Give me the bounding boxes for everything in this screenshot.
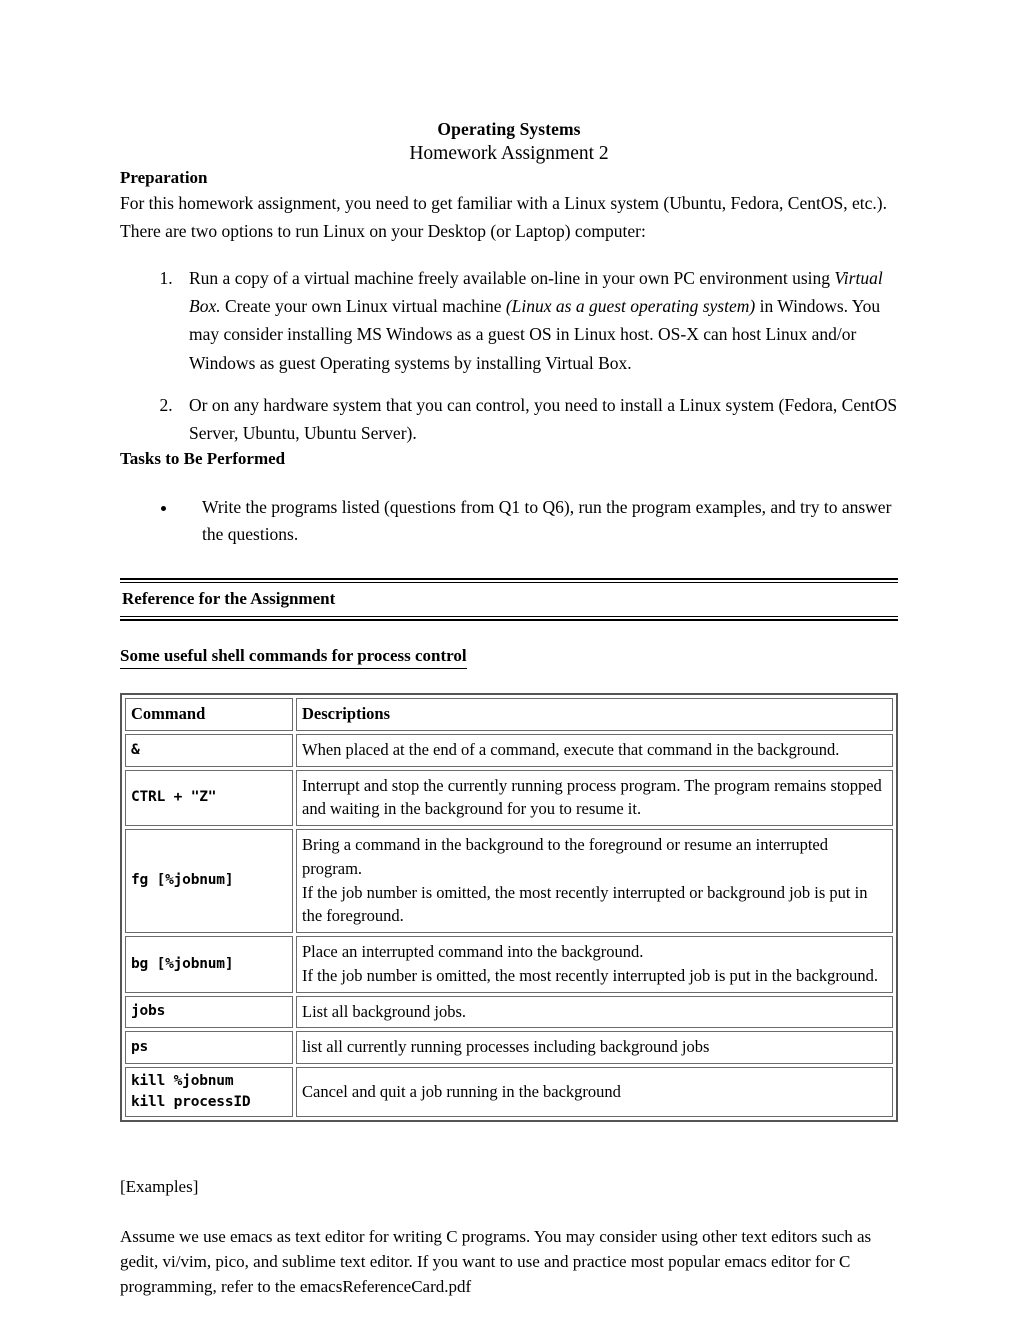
table-row: jobs List all background jobs. xyxy=(125,995,893,1029)
cell-description: Interrupt and stop the currently running… xyxy=(296,769,893,827)
cell-description: Bring a command in the background to the… xyxy=(296,829,893,934)
cell-command: fg [%jobnum] xyxy=(125,829,293,934)
list-item: Write the programs listed (questions fro… xyxy=(178,494,898,548)
reference-heading-block: Reference for the Assignment xyxy=(120,578,898,622)
course-name: Operating Systems xyxy=(437,119,581,139)
cell-command: CTRL + "Z" xyxy=(125,769,293,827)
heading-tasks-to-be-performed: Tasks to Be Performed xyxy=(120,448,286,468)
table-row: CTRL + "Z" Interrupt and stop the curren… xyxy=(125,769,893,827)
column-header-descriptions: Descriptions xyxy=(296,698,893,731)
cell-description: list all currently running processes inc… xyxy=(296,1031,893,1065)
table-row: kill %jobnum kill processID Cancel and q… xyxy=(125,1067,893,1118)
document-title-block: Operating Systems Homework Assignment 2 xyxy=(120,0,898,167)
command-table-container: Command Descriptions & When placed at th… xyxy=(120,693,898,1123)
table-row: & When placed at the end of a command, e… xyxy=(125,733,893,767)
table-header-row: Command Descriptions xyxy=(125,698,893,731)
table-row: bg [%jobnum] Place an interrupted comman… xyxy=(125,936,893,993)
cell-description: Cancel and quit a job running in the bac… xyxy=(296,1067,893,1118)
examples-block: [Examples] Assume we use emacs as text e… xyxy=(120,1148,898,1320)
sub-heading-shell-commands: Some useful shell commands for process c… xyxy=(120,645,467,670)
examples-label: [Examples] xyxy=(120,1176,199,1196)
tasks-bullet-list: Write the programs listed (questions fro… xyxy=(120,494,898,548)
command-table-body: Command Descriptions & When placed at th… xyxy=(125,698,893,1118)
column-header-command: Command xyxy=(125,698,293,731)
cell-command: jobs xyxy=(125,995,293,1029)
document-content-column: Operating Systems Homework Assignment 2 … xyxy=(120,0,898,1320)
preparation-intro-paragraph: For this homework assignment, you need t… xyxy=(120,192,887,242)
page-title: Homework Assignment 2 xyxy=(409,143,609,165)
list-item: Or on any hardware system that you can c… xyxy=(177,391,898,448)
cell-description: Place an interrupted command into the ba… xyxy=(296,936,893,993)
list-item-text-part1: Run a copy of a virtual machine freely a… xyxy=(189,267,835,288)
examples-text: Assume we use emacs as text editor for w… xyxy=(120,1226,872,1297)
list-item-text-part1: Or on any hardware system that you can c… xyxy=(189,394,898,444)
preparation-options-list: Run a copy of a virtual machine freely a… xyxy=(120,264,898,448)
cell-description: List all background jobs. xyxy=(296,995,893,1029)
command-table: Command Descriptions & When placed at th… xyxy=(122,695,896,1121)
list-item: Run a copy of a virtual machine freely a… xyxy=(177,264,898,377)
heading-reference-for-the-assignment: Reference for the Assignment xyxy=(122,589,336,609)
cell-description: When placed at the end of a command, exe… xyxy=(296,733,893,767)
document-page: Operating Systems Homework Assignment 2 … xyxy=(0,0,1020,1320)
cell-command: & xyxy=(125,733,293,767)
sub-heading-wrapper: Some useful shell commands for process c… xyxy=(120,621,898,670)
heading-preparation: Preparation xyxy=(120,167,208,187)
table-row: fg [%jobnum] Bring a command in the back… xyxy=(125,829,893,934)
list-item-text-italic2: (Linux as a guest operating system) xyxy=(505,295,756,316)
cell-command: kill %jobnum kill processID xyxy=(125,1067,293,1118)
cell-command: bg [%jobnum] xyxy=(125,936,293,993)
list-item-text-part2: Create your own Linux virtual machine xyxy=(220,295,506,316)
cell-command: ps xyxy=(125,1031,293,1065)
table-row: ps list all currently running processes … xyxy=(125,1031,893,1065)
